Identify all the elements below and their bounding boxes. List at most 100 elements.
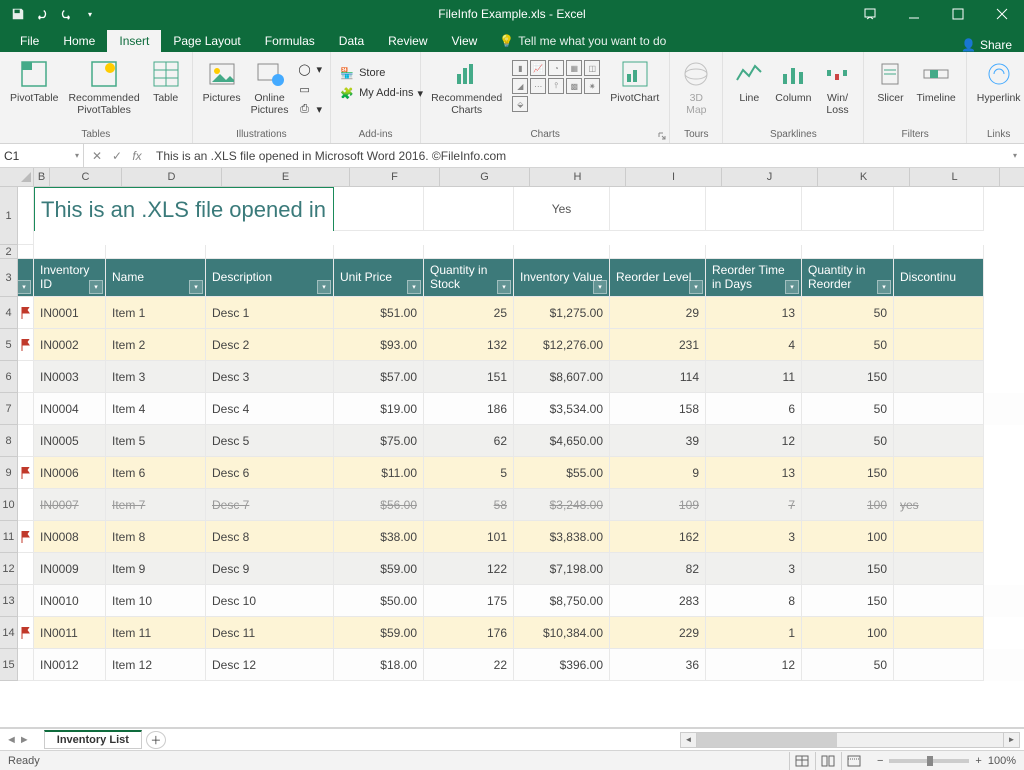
cell-qty-reorder[interactable]: 100 (802, 521, 894, 553)
filter-dropdown-icon[interactable]: ▾ (317, 280, 331, 294)
cell-inventory-value[interactable]: $8,750.00 (514, 585, 610, 617)
row-header[interactable]: 14 (0, 617, 18, 649)
recommended-charts-button[interactable]: Recommended Charts (427, 56, 506, 118)
row-header[interactable]: 9 (0, 457, 18, 489)
online-pictures-button[interactable]: Online Pictures (247, 56, 293, 118)
row-header[interactable]: 5 (0, 329, 18, 361)
flag-cell[interactable] (18, 297, 34, 329)
row-header[interactable]: 1 (0, 187, 18, 245)
row-header[interactable]: 15 (0, 649, 18, 681)
filter-dropdown-icon[interactable]: ▾ (89, 280, 103, 294)
store-button[interactable]: 🏪Store (337, 64, 425, 82)
cell[interactable] (18, 245, 34, 259)
row-header[interactable]: 6 (0, 361, 18, 393)
cell-qty-stock[interactable]: 25 (424, 297, 514, 329)
cell-description[interactable]: Desc 3 (206, 361, 334, 393)
stats-chart-icon[interactable]: ◫ (584, 60, 600, 76)
cell-name[interactable]: Item 5 (106, 425, 206, 457)
maximize-icon[interactable] (936, 0, 980, 28)
cell-inventory-id[interactable]: IN0003 (34, 361, 106, 393)
cell[interactable] (334, 245, 424, 259)
col-header-C[interactable]: C (50, 168, 122, 186)
cell-inventory-value[interactable]: $3,248.00 (514, 489, 610, 521)
pivot-chart-button[interactable]: PivotChart (606, 56, 663, 106)
cell-discontinued[interactable] (894, 329, 984, 361)
undo-icon[interactable] (30, 0, 54, 28)
cell[interactable] (18, 187, 34, 245)
header-unit-price[interactable]: Unit Price▾ (334, 259, 424, 297)
cell-qty-stock[interactable]: 176 (424, 617, 514, 649)
row-header[interactable]: 8 (0, 425, 18, 457)
header-name[interactable]: Name▾ (106, 259, 206, 297)
row-header[interactable]: 11 (0, 521, 18, 553)
sparkline-winloss-button[interactable]: Win/ Loss (817, 56, 857, 118)
sparkline-line-button[interactable]: Line (729, 56, 769, 106)
cell-discontinued[interactable] (894, 585, 984, 617)
share-button[interactable]: 👤 Share (961, 38, 1012, 52)
cell-reorder-level[interactable]: 82 (610, 553, 706, 585)
cell-unit-price[interactable]: $38.00 (334, 521, 424, 553)
cell[interactable] (610, 245, 706, 259)
cell-qty-stock[interactable]: 22 (424, 649, 514, 681)
hyperlink-button[interactable]: Hyperlink (973, 56, 1024, 106)
cell-reorder-level[interactable]: 36 (610, 649, 706, 681)
cell-qty-stock[interactable]: 151 (424, 361, 514, 393)
cell-reorder-level[interactable]: 283 (610, 585, 706, 617)
cell-unit-price[interactable]: $51.00 (334, 297, 424, 329)
cell[interactable] (894, 245, 984, 259)
cell-name[interactable]: Item 9 (106, 553, 206, 585)
cell[interactable] (610, 187, 706, 231)
bar-chart-icon[interactable]: ▮ (512, 60, 528, 76)
close-icon[interactable] (980, 0, 1024, 28)
cell-reorder-time[interactable]: 8 (706, 585, 802, 617)
cell-inventory-id[interactable]: IN0002 (34, 329, 106, 361)
col-header-H[interactable]: H (530, 168, 626, 186)
cell-qty-reorder[interactable]: 100 (802, 617, 894, 649)
cell-qty-stock[interactable]: 186 (424, 393, 514, 425)
horizontal-scrollbar[interactable]: ◄ ► (680, 732, 1020, 748)
save-icon[interactable] (6, 0, 30, 28)
cell-reorder-level[interactable]: 162 (610, 521, 706, 553)
flag-cell[interactable] (18, 521, 34, 553)
line-chart-icon[interactable]: 📈 (530, 60, 546, 76)
zoom-out-icon[interactable]: − (877, 755, 883, 767)
cell-unit-price[interactable]: $75.00 (334, 425, 424, 457)
cell[interactable] (334, 187, 424, 231)
cell-reorder-time[interactable]: 3 (706, 521, 802, 553)
cell-inventory-id[interactable]: IN0010 (34, 585, 106, 617)
cell-description[interactable]: Desc 11 (206, 617, 334, 649)
filter-dropdown-icon[interactable]: ▾ (407, 280, 421, 294)
cell-name[interactable]: Item 4 (106, 393, 206, 425)
minimize-icon[interactable] (892, 0, 936, 28)
flag-cell[interactable] (18, 553, 34, 585)
select-all-corner[interactable] (0, 168, 34, 186)
cell-description[interactable]: Desc 6 (206, 457, 334, 489)
cell-discontinued[interactable] (894, 393, 984, 425)
cell-inventory-id[interactable]: IN0009 (34, 553, 106, 585)
cell-inventory-id[interactable]: IN0004 (34, 393, 106, 425)
flag-cell[interactable] (18, 585, 34, 617)
cell-inventory-id[interactable]: IN0005 (34, 425, 106, 457)
filter-dropdown-icon[interactable]: ▾ (877, 280, 891, 294)
cell-reorder-level[interactable]: 231 (610, 329, 706, 361)
zoom-control[interactable]: − + 100% (877, 755, 1016, 767)
cell-name[interactable]: Item 10 (106, 585, 206, 617)
cell-qty-reorder[interactable]: 100 (802, 489, 894, 521)
cell-discontinued[interactable]: yes (894, 489, 984, 521)
cell[interactable] (706, 187, 802, 231)
scatter-chart-icon[interactable]: ⋯ (530, 78, 546, 94)
cell-description[interactable]: Desc 10 (206, 585, 334, 617)
sheet-nav-prev-icon[interactable]: ◄ (6, 734, 17, 746)
cell-reorder-level[interactable]: 29 (610, 297, 706, 329)
title-cell[interactable]: This is an .XLS file opened in (34, 187, 334, 231)
header-qty-reorder[interactable]: Quantity in Reorder▾ (802, 259, 894, 297)
sparkline-column-button[interactable]: Column (771, 56, 815, 106)
cell-qty-reorder[interactable]: 150 (802, 585, 894, 617)
cell-qty-stock[interactable]: 122 (424, 553, 514, 585)
cell-reorder-level[interactable]: 9 (610, 457, 706, 489)
cell-discontinued[interactable] (894, 617, 984, 649)
cell-inventory-value[interactable]: $1,275.00 (514, 297, 610, 329)
tab-insert[interactable]: Insert (107, 30, 161, 52)
cell-name[interactable]: Item 6 (106, 457, 206, 489)
cell-reorder-level[interactable]: 39 (610, 425, 706, 457)
